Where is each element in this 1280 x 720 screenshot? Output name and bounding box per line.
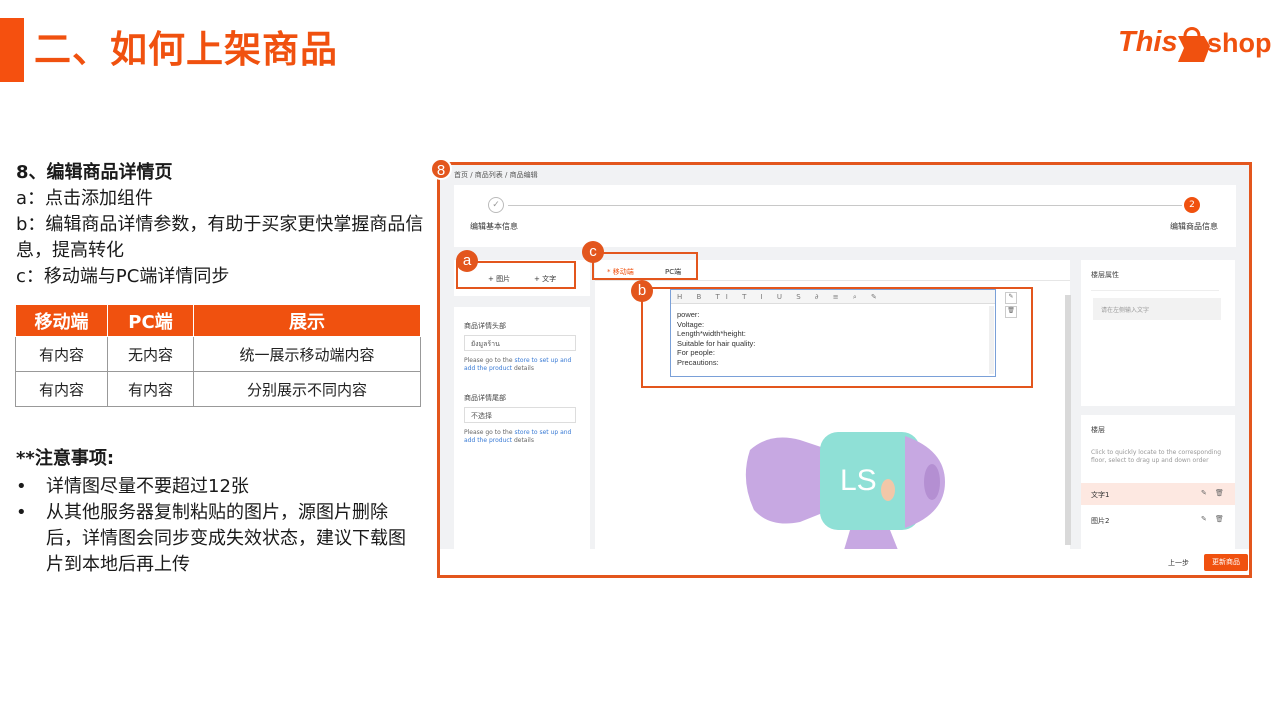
- shopping-bag-icon: [1178, 27, 1210, 62]
- delete-icon[interactable]: 🗑: [1215, 489, 1224, 497]
- detail-header-label: 商品详情头部: [464, 322, 506, 330]
- instruction-item-a: a：点击添加组件: [16, 188, 154, 209]
- table-header-mobile: 移动端: [15, 304, 108, 337]
- floor-list-title: 楼层: [1091, 426, 1105, 434]
- step-title: 8、编辑商品详情页: [16, 162, 173, 183]
- step-connector: [508, 205, 1182, 206]
- list-item: • 详情图尽量不要超过12张: [16, 474, 416, 500]
- footer-action-bar: [440, 549, 1249, 575]
- notes-block: **注意事项: • 详情图尽量不要超过12张 • 从其他服务器复制粘贴的图片，源图片…: [16, 446, 416, 578]
- detail-header-footer-panel: 商品详情头部 ยังมูลร้าน Please go to the store…: [454, 307, 590, 549]
- editor-screenshot: 首页 / 商品列表 / 商品编辑 ✓ 2 编辑基本信息 编辑商品信息 + 图片 …: [437, 162, 1252, 578]
- delete-icon[interactable]: 🗑: [1215, 515, 1224, 523]
- progress-steps: ✓ 2 编辑基本信息 编辑商品信息: [454, 185, 1236, 247]
- tab-divider: [595, 280, 1070, 281]
- instruction-item-b: b：编辑商品详情参数，有助于买家更快掌握商品信息，提高转化: [16, 214, 424, 261]
- edit-icon[interactable]: ✎: [1201, 515, 1207, 523]
- hint-text: Please go to the: [464, 429, 515, 436]
- logo-text-shop: shop: [1207, 28, 1272, 58]
- instruction-item-c: c：移动端与PC端详情同步: [16, 266, 230, 287]
- canvas-scrollbar[interactable]: [1065, 295, 1071, 545]
- table-cell: 无内容: [107, 336, 194, 372]
- thisshop-logo: This shop: [1118, 18, 1272, 72]
- edit-icon[interactable]: ✎: [1201, 489, 1207, 497]
- floor-properties-title: 楼层属性: [1091, 271, 1119, 279]
- highlight-box-b: [641, 287, 1033, 388]
- list-item[interactable]: 文字1 ✎ 🗑: [1081, 483, 1235, 505]
- highlight-box-c: [592, 252, 698, 280]
- table-row: 有内容 有内容 分别展示不同内容: [15, 371, 421, 407]
- hint-text: Please go to the: [464, 357, 515, 364]
- detail-footer-select[interactable]: 不选择: [464, 407, 576, 423]
- callout-badge-c: c: [582, 241, 604, 263]
- list-item[interactable]: 图片2 ✎ 🗑: [1081, 509, 1235, 531]
- detail-footer-label: 商品详情尾部: [464, 394, 506, 402]
- hint-text: details: [512, 437, 534, 444]
- floor-item-label: 图片2: [1091, 517, 1110, 525]
- hint-text: details: [512, 365, 534, 372]
- table-header-pc: PC端: [107, 304, 194, 337]
- notes-list: • 详情图尽量不要超过12张 • 从其他服务器复制粘贴的图片，源图片删除后，详情图会…: [16, 474, 416, 578]
- table-cell: 有内容: [15, 371, 108, 407]
- current-step-indicator: 2: [1184, 197, 1200, 213]
- check-icon: ✓: [488, 197, 504, 213]
- table-header-row: 移动端 PC端 展示: [15, 304, 421, 337]
- callout-badge-8: 8: [430, 158, 452, 180]
- floor-properties-panel: 楼层属性 请在左侧输入文字: [1081, 260, 1235, 406]
- step-label-basic-info[interactable]: 编辑基本信息: [470, 221, 518, 232]
- table-row: 有内容 无内容 统一展示移动端内容: [15, 336, 421, 372]
- divider: [1091, 290, 1219, 291]
- page-title: 二、如何上架商品: [34, 28, 338, 71]
- note-text: 从其他服务器复制粘贴的图片，源图片删除后，详情图会同步变成失效状态，建议下载图片…: [46, 502, 406, 575]
- table-cell: 有内容: [15, 336, 108, 372]
- table-cell: 统一展示移动端内容: [193, 336, 421, 372]
- detail-footer-hint: Please go to the store to set up and add…: [464, 429, 582, 445]
- logo-text-this: This: [1118, 26, 1178, 58]
- table-cell: 分别展示不同内容: [193, 371, 421, 407]
- instruction-block: 8、编辑商品详情页 a：点击添加组件 b：编辑商品详情参数，有助于买家更快掌握商…: [16, 160, 426, 290]
- floor-list-hint: Click to quickly locate to the correspon…: [1091, 449, 1222, 464]
- step-label-product-info[interactable]: 编辑商品信息: [1170, 221, 1218, 232]
- table-header-display: 展示: [193, 304, 421, 337]
- detail-header-select[interactable]: ยังมูลร้าน: [464, 335, 576, 351]
- floor-item-label: 文字1: [1091, 491, 1110, 499]
- detail-header-hint: Please go to the store to set up and add…: [464, 357, 582, 373]
- list-item: • 从其他服务器复制粘贴的图片，源图片删除后，详情图会同步变成失效状态，建议下载图…: [16, 500, 416, 578]
- notes-title: **注意事项:: [16, 448, 115, 469]
- breadcrumb: 首页 / 商品列表 / 商品编辑: [454, 171, 538, 179]
- callout-badge-a: a: [456, 250, 478, 272]
- hair-dryer-product-image: LS: [745, 432, 945, 550]
- prev-step-button[interactable]: 上一步: [1168, 558, 1189, 568]
- update-product-button[interactable]: 更新商品: [1204, 554, 1248, 571]
- bullet-icon: •: [16, 476, 27, 497]
- note-text: 详情图尽量不要超过12张: [46, 476, 249, 497]
- callout-badge-b: b: [631, 280, 653, 302]
- floor-text-input[interactable]: 请在左侧输入文字: [1093, 298, 1221, 320]
- table-cell: 有内容: [107, 371, 194, 407]
- product-brand-text: LS: [840, 464, 877, 497]
- display-rule-table: 移动端 PC端 展示 有内容 无内容 统一展示移动端内容 有内容 有内容 分别展…: [15, 304, 421, 407]
- title-accent-bar: [0, 18, 24, 82]
- floor-list-panel: 楼层 Click to quickly locate to the corres…: [1081, 415, 1235, 549]
- bullet-icon: •: [16, 502, 27, 523]
